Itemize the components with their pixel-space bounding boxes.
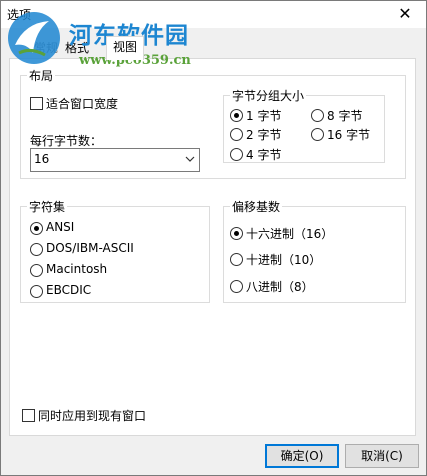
radio-hexadecimal[interactable] — [230, 227, 243, 240]
radio-16-bytes[interactable] — [311, 128, 324, 141]
radio-ansi-label[interactable]: ANSI — [46, 220, 74, 234]
radio-16-bytes-label[interactable]: 16 字节 — [327, 126, 370, 143]
charset-title: 字符集 — [27, 198, 68, 215]
radio-1-byte[interactable] — [230, 109, 243, 122]
close-button[interactable]: ✕ — [390, 3, 420, 25]
radio-ebcdic-label[interactable]: EBCDIC — [46, 283, 91, 297]
tab-view[interactable]: 视图 — [106, 36, 145, 60]
apply-existing-checkbox[interactable] — [22, 409, 35, 422]
radio-2-bytes[interactable] — [230, 128, 243, 141]
cancel-button[interactable]: 取消(C) — [345, 444, 419, 468]
radio-decimal-label[interactable]: 十进制（10） — [246, 251, 321, 268]
bytes-per-line-select[interactable]: 16 — [30, 148, 200, 172]
radio-ebcdic[interactable] — [30, 285, 43, 298]
site-logo-icon — [8, 12, 60, 64]
radio-decimal[interactable] — [230, 253, 243, 266]
radio-8-bytes-label[interactable]: 8 字节 — [327, 107, 362, 124]
bytes-per-line-label: 每行字节数： — [30, 134, 103, 148]
radio-macintosh-label[interactable]: Macintosh — [46, 262, 107, 276]
radio-4-bytes[interactable] — [230, 148, 243, 161]
radio-macintosh[interactable] — [30, 264, 43, 277]
options-dialog: 选项 ✕ 常规 格式 视图 布局 适合窗口宽度 每行字节数： 16 字节分组大小… — [0, 0, 427, 476]
radio-dos-ibm-ascii-label[interactable]: DOS/IBM-ASCII — [46, 241, 134, 255]
apply-existing-label[interactable]: 同时应用到现有窗口 — [38, 407, 146, 424]
bytes-per-line-value: 16 — [34, 152, 50, 166]
fit-window-label[interactable]: 适合窗口宽度 — [46, 95, 118, 112]
radio-octal[interactable] — [230, 280, 243, 293]
radio-ansi[interactable] — [30, 222, 43, 235]
radio-dos-ibm-ascii[interactable] — [30, 243, 43, 256]
radio-8-bytes[interactable] — [311, 109, 324, 122]
byte-group-size-title: 字节分组大小 — [230, 87, 307, 104]
radio-4-bytes-label[interactable]: 4 字节 — [246, 146, 281, 163]
ok-button[interactable]: 确定(O) — [265, 444, 339, 468]
radio-octal-label[interactable]: 八进制（8） — [246, 278, 314, 295]
fit-window-checkbox[interactable] — [30, 97, 43, 110]
chevron-down-icon — [185, 156, 195, 162]
offset-base-title: 偏移基数 — [230, 198, 283, 215]
radio-2-bytes-label[interactable]: 2 字节 — [246, 126, 281, 143]
radio-hexadecimal-label[interactable]: 十六进制（16） — [246, 225, 333, 242]
radio-1-byte-label[interactable]: 1 字节 — [246, 107, 281, 124]
